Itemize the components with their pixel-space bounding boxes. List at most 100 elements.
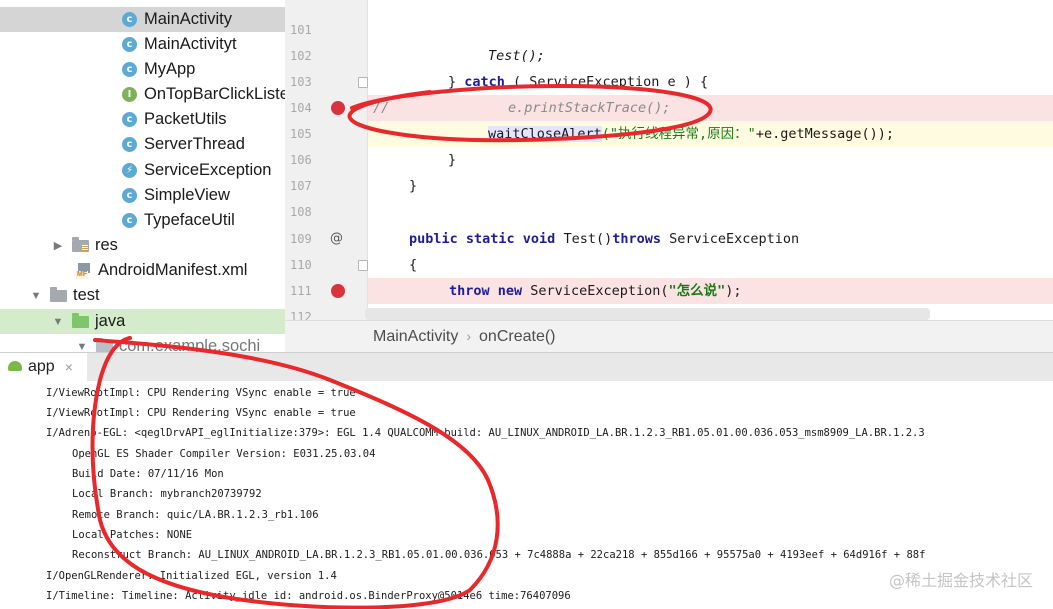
tree-item-mainactivityt[interactable]: c MainActivityt (122, 32, 237, 57)
tree-item-typefaceutil[interactable]: c TypefaceUtil (122, 208, 235, 233)
line-number: 107 (290, 179, 312, 193)
tree-item-packetutils[interactable]: c PacketUtils (122, 107, 227, 132)
string-literal: "怎么说" (668, 283, 726, 299)
line-number: 104 (290, 101, 312, 115)
tree-item-label: TypefaceUtil (144, 211, 235, 229)
tree-item-label: MainActivity (144, 10, 233, 28)
code-line[interactable]: 102 Test(); (285, 43, 1053, 69)
code-line[interactable]: 101 (285, 17, 1053, 43)
line-comment: // (373, 100, 390, 116)
breakpoint-icon[interactable] (331, 101, 345, 115)
method-call: waitCloseAlert (488, 126, 602, 142)
class-icon: c (122, 37, 137, 52)
log-line: I/ViewRootImpl: CPU Rendering VSync enab… (46, 407, 356, 419)
code-line[interactable]: 111 throw new ServiceException("怎么说"); (285, 278, 1053, 304)
chevron-down-icon[interactable]: ▼ (52, 316, 64, 328)
tree-item-label: java (95, 312, 126, 330)
folder-icon (50, 286, 67, 302)
run-tab-bar: app × (0, 352, 1053, 382)
tree-item-serviceexception[interactable]: ⚡ ServiceException (122, 158, 271, 183)
class-icon: c (122, 112, 137, 127)
tree-item-androidmanifest[interactable]: MF AndroidManifest.xml (76, 258, 247, 283)
interface-icon: I (122, 87, 137, 102)
log-line: I/ViewRootImpl: CPU Rendering VSync enab… (46, 387, 356, 399)
code-line[interactable]: 105 waitCloseAlert("执行线程异常,原因："+e.getMes… (285, 121, 1053, 147)
override-marker-icon[interactable]: @ (330, 226, 343, 252)
close-icon[interactable]: × (65, 359, 73, 375)
code-line[interactable]: 103 } catch ( ServiceException e ) { (285, 69, 1053, 95)
tree-item-simpleview[interactable]: c SimpleView (122, 183, 230, 208)
project-tree: c MainActivity c MainActivityt c MyApp I… (0, 0, 285, 352)
tree-item-label: AndroidManifest.xml (98, 261, 248, 279)
breadcrumb-method[interactable]: onCreate() (479, 328, 555, 345)
code-end: ); (725, 283, 742, 299)
tree-item-package[interactable]: ▼ com.example.sochi (76, 334, 260, 352)
line-number: 112 (290, 310, 312, 320)
line-number: 105 (290, 127, 312, 141)
horizontal-scrollbar[interactable] (365, 308, 930, 320)
code-text: waitCloseAlert("执行线程异常,原因："+e.getMessage… (488, 121, 894, 147)
log-line: I/Adreno-EGL: <qeglDrvAPI_eglInitialize:… (46, 427, 925, 439)
line-number: 106 (290, 153, 312, 167)
tree-item-label: res (95, 236, 118, 254)
code-text: e.printStackTrace(); (508, 100, 671, 116)
line-number: 110 (290, 258, 312, 272)
line-number: 111 (290, 284, 312, 298)
keyword: catch (464, 74, 505, 90)
tab-label: app (28, 358, 55, 375)
tree-item-test[interactable]: ▼ test (30, 283, 100, 308)
tree-item-label: OnTopBarClickListe (144, 85, 285, 103)
tree-item-label: SimpleView (144, 186, 230, 204)
tree-item-label: MyApp (144, 60, 196, 78)
tab-app[interactable]: app × (0, 353, 87, 381)
watermark: @稀土掘金技术社区 (888, 571, 1033, 590)
android-icon (8, 361, 22, 371)
breadcrumb: MainActivity › onCreate() (285, 320, 1053, 353)
code-editor[interactable]: 101 102 Test(); 103 } catch ( ServiceExc… (285, 0, 1053, 320)
tree-item-java[interactable]: ▼ java (0, 309, 285, 334)
keyword: public static void (409, 231, 556, 247)
res-folder-icon (72, 236, 89, 252)
tree-item-mainactivity[interactable]: c MainActivity (0, 7, 285, 32)
tree-item-res[interactable]: ▶ res (52, 233, 118, 258)
tree-item-myapp[interactable]: c MyApp (122, 57, 195, 82)
code-text: public static void Test()throws ServiceE… (409, 226, 799, 252)
code-line[interactable]: 109 @ public static void Test()throws Se… (285, 226, 1053, 252)
breakpoint-icon[interactable] (331, 284, 345, 298)
tree-item-label: ServerThread (144, 135, 245, 153)
code-line[interactable]: 110 { (285, 252, 1053, 278)
code-rest: +e.getMessage()); (755, 126, 894, 142)
fold-marker-icon[interactable] (358, 77, 368, 88)
line-number: 101 (290, 23, 312, 37)
log-line: Reconstruct Branch: AU_LINUX_ANDROID_LA.… (72, 549, 926, 561)
tree-item-label: PacketUtils (144, 110, 227, 128)
chevron-down-icon[interactable]: ▼ (76, 341, 88, 353)
code-text: } catch ( ServiceException e ) { (448, 74, 709, 90)
tree-item-serverthread[interactable]: c ServerThread (122, 132, 245, 157)
chevron-down-icon[interactable]: ▼ (30, 290, 42, 302)
package-icon (96, 337, 113, 352)
log-line: Build Date: 07/11/16 Mon (72, 468, 224, 480)
code-line[interactable]: 106 } (285, 147, 1053, 173)
fold-marker-icon[interactable] (358, 260, 368, 271)
tree-item-label: com.example.sochi (119, 337, 261, 352)
keyword: throws (612, 231, 661, 247)
code-rest: ( ServiceException e ) { (504, 74, 709, 90)
tree-item-ontopbarclicklistener[interactable]: I OnTopBarClickListe (122, 82, 285, 107)
tree-item-label: ServiceException (144, 161, 272, 179)
code-text: { (409, 257, 418, 273)
line-number: 109 (290, 232, 312, 246)
class-icon: c (122, 12, 137, 27)
log-line: OpenGL ES Shader Compiler Version: E031.… (72, 448, 376, 460)
line-number: 103 (290, 75, 312, 89)
tree-item-label: MainActivityt (144, 35, 237, 53)
line-number: 102 (290, 49, 312, 63)
breadcrumb-file[interactable]: MainActivity (373, 328, 458, 345)
code-line[interactable]: 107 } (285, 173, 1053, 199)
chevron-right-icon[interactable]: ▶ (52, 239, 64, 252)
log-line: Local Branch: mybranch20739792 (72, 488, 262, 500)
code-line[interactable]: 104 // e.printStackTrace(); (285, 95, 1053, 121)
line-number: 108 (290, 205, 312, 219)
code-line[interactable]: 108 (285, 199, 1053, 225)
code-rest: ServiceException (661, 231, 800, 247)
